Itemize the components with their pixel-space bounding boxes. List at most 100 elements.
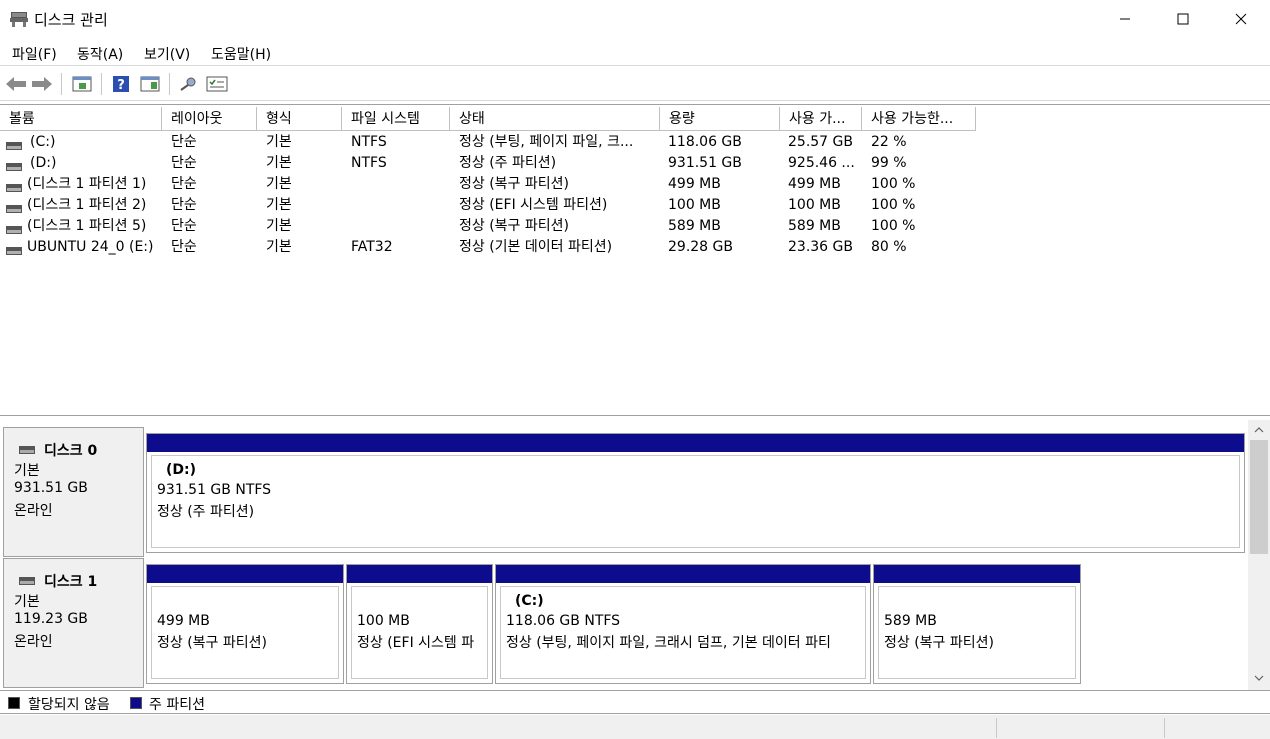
- cell-status: 정상 (주 파티션): [459, 155, 557, 171]
- cell-capacity: 931.51 GB: [668, 155, 742, 171]
- column-header-status[interactable]: 상태: [450, 107, 660, 131]
- cell-layout: 단순: [171, 155, 197, 171]
- legend: 할당되지 않음 주 파티션: [0, 690, 1270, 714]
- cell-type: 기본: [266, 197, 292, 213]
- primary-partition-bar: [147, 565, 343, 583]
- cell-capacity: 589 MB: [668, 218, 721, 234]
- properties-icon[interactable]: [205, 73, 229, 95]
- volume-row[interactable]: (디스크 1 파티션 2) 단순 기본 정상 (EFI 시스템 파티션) 100 MB 1…: [0, 195, 1000, 216]
- column-header-type[interactable]: 형식: [257, 107, 342, 131]
- volume-list: 볼륨 레이아웃 형식 파일 시스템 상태 용량 사용 가... 사용 가능한..…: [0, 104, 1270, 416]
- cell-free-space: 100 MB: [788, 197, 841, 213]
- forward-icon[interactable]: [30, 73, 54, 95]
- cell-percent-free: 100 %: [871, 218, 916, 234]
- partition-name: (D:): [166, 462, 197, 478]
- disk-title: 디스크 0: [44, 443, 98, 459]
- column-header-volume[interactable]: 볼륨: [0, 107, 162, 131]
- volume-list-header: 볼륨 레이아웃 형식 파일 시스템 상태 용량 사용 가... 사용 가능한..…: [0, 107, 1270, 131]
- cell-free-space: 925.46 ...: [788, 155, 855, 171]
- column-header-percent-free[interactable]: 사용 가능한...: [862, 107, 976, 131]
- cell-percent-free: 100 %: [871, 176, 916, 192]
- cell-volume-name: (디스크 1 파티션 2): [27, 197, 147, 213]
- title-bar: 디스크 관리: [0, 0, 1270, 38]
- maximize-button[interactable]: [1154, 0, 1212, 38]
- partition-status: 정상 (복구 파티션): [157, 635, 267, 651]
- disk-0-label[interactable]: 디스크 0 기본 931.51 GB 온라인: [3, 427, 144, 557]
- disk-1-label[interactable]: 디스크 1 기본 119.23 GB 온라인: [3, 558, 144, 688]
- partition-body: 100 MB 정상 (EFI 시스템 파: [351, 586, 488, 679]
- unallocated-swatch: [8, 697, 20, 709]
- column-header-capacity[interactable]: 용량: [660, 107, 780, 131]
- cell-free-space: 499 MB: [788, 176, 841, 192]
- minimize-button[interactable]: [1096, 0, 1154, 38]
- cell-layout: 단순: [171, 239, 197, 255]
- scrollbar-thumb[interactable]: [1250, 440, 1268, 554]
- column-header-layout[interactable]: 레이아웃: [162, 107, 257, 131]
- disk-size: 931.51 GB: [14, 480, 88, 496]
- cell-volume-name: (디스크 1 파티션 5): [27, 218, 147, 234]
- cell-capacity: 118.06 GB: [668, 134, 742, 150]
- partition-c[interactable]: (C:) 118.06 GB NTFS 정상 (부팅, 페이지 파일, 크래시 …: [495, 564, 871, 684]
- cell-volume-name: UBUNTU 24_0 (E:): [27, 239, 154, 255]
- menu-file[interactable]: 파일(F): [12, 44, 57, 64]
- volume-row[interactable]: (디스크 1 파티션 5) 단순 기본 정상 (복구 파티션) 589 MB 589 MB…: [0, 216, 1000, 237]
- cell-status: 정상 (EFI 시스템 파티션): [459, 197, 608, 213]
- drive-icon: [6, 159, 22, 171]
- partition-size: 100 MB: [357, 613, 410, 629]
- partition-body: 499 MB 정상 (복구 파티션): [151, 586, 339, 679]
- partition-body: 589 MB 정상 (복구 파티션): [878, 586, 1076, 679]
- cell-layout: 단순: [171, 197, 197, 213]
- partition-size: 589 MB: [884, 613, 937, 629]
- toolbar: ?: [0, 67, 1270, 101]
- menu-help[interactable]: 도움말(H): [211, 44, 271, 64]
- volume-row[interactable]: (D:) 단순 기본 NTFS 정상 (주 파티션) 931.51 GB 925.46 ..…: [0, 153, 1000, 174]
- primary-partition-swatch: [130, 697, 142, 709]
- volume-row[interactable]: (디스크 1 파티션 1) 단순 기본 정상 (복구 파티션) 499 MB 499 MB…: [0, 174, 1000, 195]
- disk-kind: 기본: [14, 463, 40, 479]
- cell-type: 기본: [266, 134, 292, 150]
- disk-drive-icon: [19, 442, 35, 454]
- cell-layout: 단순: [171, 176, 197, 192]
- partition-status: 정상 (부팅, 페이지 파일, 크래시 덤프, 기본 데이터 파티: [506, 635, 831, 651]
- cell-percent-free: 80 %: [871, 239, 907, 255]
- cell-type: 기본: [266, 239, 292, 255]
- cell-status: 정상 (기본 데이터 파티션): [459, 239, 613, 255]
- partition-status: 정상 (주 파티션): [157, 504, 255, 520]
- cell-capacity: 29.28 GB: [668, 239, 733, 255]
- close-button[interactable]: [1212, 0, 1270, 38]
- cell-status: 정상 (복구 파티션): [459, 218, 569, 234]
- partition-disk1-2[interactable]: 100 MB 정상 (EFI 시스템 파: [346, 564, 493, 684]
- cell-free-space: 25.57 GB: [788, 134, 853, 150]
- column-header-free-space[interactable]: 사용 가...: [780, 107, 862, 131]
- scroll-up-icon[interactable]: [1254, 427, 1264, 433]
- volume-row[interactable]: UBUNTU 24_0 (E:) 단순 기본 FAT32 정상 (기본 데이터 파티션)…: [0, 237, 1000, 258]
- drive-icon: [6, 180, 22, 192]
- cell-file-system: FAT32: [351, 239, 393, 255]
- disk-state: 온라인: [14, 634, 53, 650]
- primary-partition-bar: [147, 434, 1244, 452]
- disk-state: 온라인: [14, 503, 53, 519]
- column-header-file-system[interactable]: 파일 시스템: [342, 107, 450, 131]
- partition-disk1-5[interactable]: 589 MB 정상 (복구 파티션): [873, 564, 1081, 684]
- back-icon[interactable]: [4, 73, 28, 95]
- drive-icon: [6, 138, 22, 150]
- menu-action[interactable]: 동작(A): [77, 44, 123, 64]
- volume-row[interactable]: (C:) 단순 기본 NTFS 정상 (부팅, 페이지 파일, 크... 118.06 G…: [0, 132, 1000, 153]
- svg-text:?: ?: [117, 78, 125, 93]
- menu-view[interactable]: 보기(V): [144, 44, 190, 64]
- primary-partition-bar: [874, 565, 1080, 583]
- partition-d[interactable]: (D:) 931.51 GB NTFS 정상 (주 파티션): [146, 433, 1245, 553]
- action-pane-icon[interactable]: [138, 73, 162, 95]
- help-icon[interactable]: ?: [109, 73, 133, 95]
- scroll-down-icon[interactable]: [1254, 675, 1264, 681]
- cell-free-space: 23.36 GB: [788, 239, 853, 255]
- console-view-icon[interactable]: [70, 73, 94, 95]
- status-separator: [1164, 718, 1165, 738]
- drive-icon: [6, 201, 22, 213]
- search-icon[interactable]: [177, 73, 201, 95]
- partition-disk1-1[interactable]: 499 MB 정상 (복구 파티션): [146, 564, 344, 684]
- legend-primary-partition: 주 파티션: [149, 697, 205, 713]
- partition-body: (D:) 931.51 GB NTFS 정상 (주 파티션): [151, 455, 1240, 548]
- drive-icon: [6, 222, 22, 234]
- disk-kind: 기본: [14, 594, 40, 610]
